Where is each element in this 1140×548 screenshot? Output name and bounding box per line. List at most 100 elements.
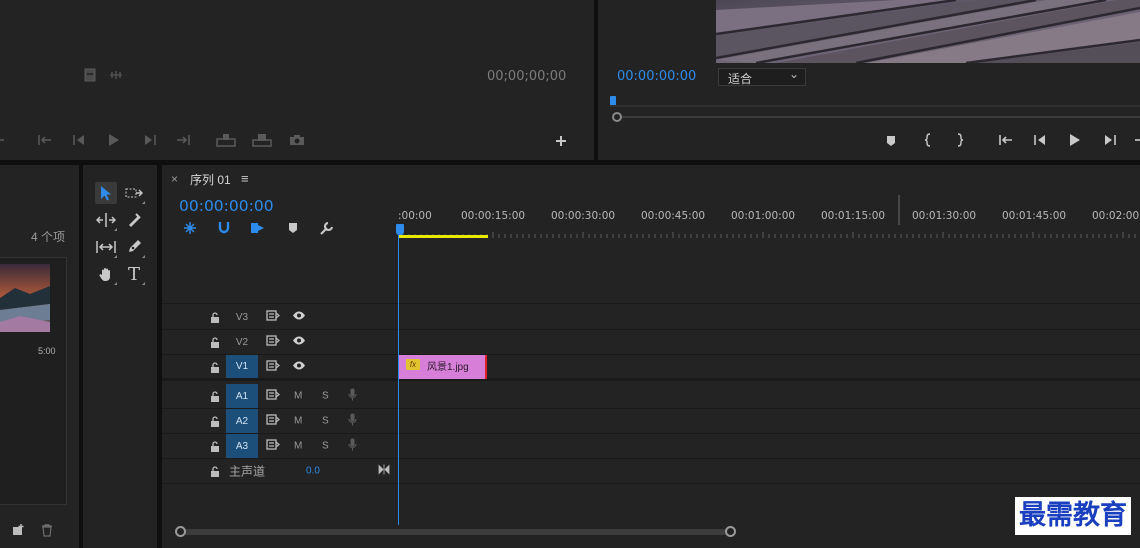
slip-tool[interactable] (95, 236, 117, 258)
pen-tool[interactable] (123, 236, 145, 258)
ruler-label: 00:00:15:00 (461, 210, 526, 222)
track-target-a2[interactable]: A2 (226, 409, 258, 433)
overwrite-icon[interactable] (252, 133, 272, 147)
master-volume-value[interactable]: 0.0 (306, 466, 320, 477)
play-icon[interactable] (107, 133, 121, 147)
partial-left-icon[interactable] (0, 134, 6, 146)
ruler-label: 00:01:15:00 (821, 210, 886, 222)
sync-lock-icon[interactable] (266, 439, 280, 453)
track-target-v1[interactable]: V1 (226, 355, 258, 378)
sync-lock-icon[interactable] (266, 389, 280, 403)
step-back-icon[interactable] (1033, 134, 1047, 146)
timeline-zoom-handle-right[interactable] (725, 526, 736, 537)
track-master: 主声道 0.0 (162, 459, 1140, 484)
step-forward-icon[interactable] (143, 134, 157, 146)
playhead-handle[interactable] (396, 224, 404, 235)
solo-button[interactable]: S (322, 416, 329, 427)
program-video-frame (716, 0, 1140, 63)
trash-icon[interactable] (41, 524, 53, 537)
timeline-tab-close-icon[interactable]: × (171, 172, 178, 186)
playhead-line[interactable] (398, 235, 399, 525)
drag-audio-icon[interactable] (108, 70, 124, 80)
lock-icon[interactable] (210, 465, 220, 477)
razor-tool[interactable] (123, 209, 145, 231)
tool-flyout-indicator (114, 255, 117, 258)
partial-right-icon[interactable] (1134, 134, 1140, 146)
go-to-in-icon[interactable] (37, 134, 53, 146)
sync-lock-icon[interactable] (266, 359, 280, 374)
mute-button[interactable]: M (294, 416, 302, 427)
new-item-icon[interactable] (12, 524, 24, 536)
source-timecode[interactable]: 00;00;00;00 (487, 69, 566, 84)
timeline-zoom-handle-left[interactable] (175, 526, 186, 537)
lock-icon[interactable] (210, 390, 220, 402)
lock-icon[interactable] (210, 336, 220, 348)
mute-button[interactable]: M (294, 441, 302, 452)
wrench-icon[interactable] (319, 221, 334, 236)
mark-in-icon[interactable] (924, 133, 932, 147)
snap-magnet-icon[interactable] (218, 221, 230, 235)
program-zoom-bar[interactable] (620, 116, 1140, 118)
microphone-icon[interactable] (348, 388, 357, 404)
track-header: V2 (162, 330, 398, 354)
go-to-out-icon[interactable] (175, 134, 191, 146)
add-marker-icon[interactable] (886, 135, 896, 147)
track-target-v3[interactable]: V3 (226, 305, 258, 329)
timeline-zoom-bar[interactable] (180, 529, 730, 535)
camera-icon[interactable] (289, 134, 305, 146)
timeline-timecode[interactable]: 00:00:00:00 (179, 197, 274, 215)
lock-icon[interactable] (210, 415, 220, 427)
type-tool[interactable]: T (123, 263, 145, 285)
chevron-down-icon: ⌄ (788, 67, 799, 81)
add-button-icon[interactable] (555, 135, 567, 147)
track-target-a1[interactable]: A1 (226, 384, 258, 408)
mute-button[interactable]: M (294, 391, 302, 402)
track-header: A3 M S (162, 434, 398, 458)
linked-selection-icon[interactable] (250, 221, 266, 235)
project-thumbnail[interactable] (0, 264, 50, 332)
timeline-tab-menu-icon[interactable]: ≡ (241, 171, 249, 186)
program-zoom-handle[interactable] (612, 112, 622, 122)
track-target-v2[interactable]: V2 (226, 330, 258, 354)
tool-flyout-indicator (114, 282, 117, 285)
track-header: A2 M S (162, 409, 398, 433)
eye-icon[interactable] (292, 311, 306, 324)
watermark: 最需教育 (1015, 497, 1131, 535)
hand-tool[interactable] (95, 263, 117, 285)
work-area-bar[interactable] (398, 235, 488, 238)
track-v3: V3 (162, 305, 1140, 330)
play-icon[interactable] (1068, 133, 1082, 147)
microphone-icon[interactable] (348, 438, 357, 454)
go-to-in-icon[interactable] (998, 134, 1014, 146)
program-time-ruler[interactable] (610, 105, 1140, 107)
eye-icon[interactable] (292, 360, 306, 373)
track-target-a3[interactable]: A3 (226, 434, 258, 458)
sync-lock-icon[interactable] (266, 310, 280, 324)
solo-button[interactable]: S (322, 441, 329, 452)
track-select-tool[interactable] (123, 182, 145, 204)
master-end-icon[interactable] (378, 464, 390, 478)
mark-out-icon[interactable] (956, 133, 964, 147)
timeline-tab-title[interactable]: 序列 01 (190, 171, 231, 188)
overlay-icon[interactable] (84, 68, 96, 82)
microphone-icon[interactable] (348, 413, 357, 429)
sync-lock-icon[interactable] (266, 414, 280, 428)
sync-lock-icon[interactable] (266, 335, 280, 349)
program-timecode[interactable]: 00:00:00:00 (617, 69, 696, 84)
timeline-clip[interactable]: fx 风景1.jpg (399, 355, 487, 379)
solo-button[interactable]: S (322, 391, 329, 402)
fit-dropdown[interactable]: 适合 ⌄ (718, 67, 806, 86)
ripple-edit-tool[interactable] (95, 209, 117, 231)
lock-icon[interactable] (210, 361, 220, 373)
insert-icon[interactable] (216, 133, 236, 147)
step-back-icon[interactable] (72, 134, 86, 146)
track-header: 主声道 0.0 (162, 459, 398, 483)
eye-icon[interactable] (292, 336, 306, 349)
step-forward-icon[interactable] (1103, 134, 1117, 146)
lock-icon[interactable] (210, 440, 220, 452)
selection-tool[interactable] (95, 182, 117, 204)
nest-icon[interactable] (183, 221, 197, 235)
add-marker-icon[interactable] (288, 222, 298, 234)
fx-badge: fx (406, 359, 420, 370)
lock-icon[interactable] (210, 311, 220, 323)
